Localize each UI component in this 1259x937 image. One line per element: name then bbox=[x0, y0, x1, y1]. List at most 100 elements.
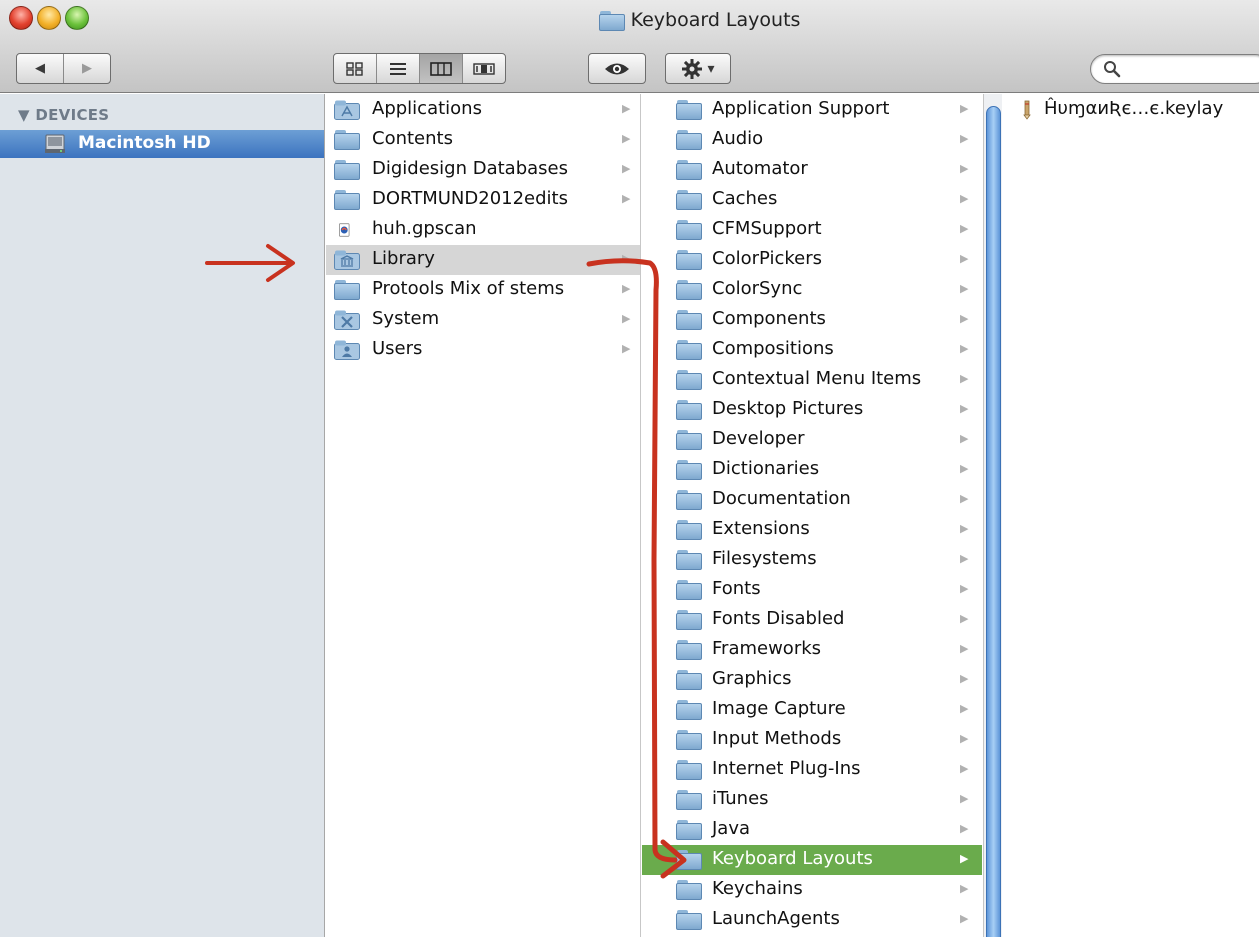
list-item-label: Developer bbox=[712, 428, 805, 449]
list-item-developer[interactable]: Developer ▶ bbox=[642, 425, 982, 455]
disclosure-arrow-icon: ▶ bbox=[960, 462, 969, 475]
disclosure-arrow-icon: ▶ bbox=[960, 882, 969, 895]
list-item-label: Input Methods bbox=[712, 728, 842, 749]
list-item-image-capture[interactable]: Image Capture ▶ bbox=[642, 695, 982, 725]
list-item-automator[interactable]: Automator ▶ bbox=[642, 155, 982, 185]
list-item-huh-gpscan[interactable]: huh.gpscan bbox=[326, 215, 640, 245]
list-item-cfmsupport[interactable]: CFMSupport ▶ bbox=[642, 215, 982, 245]
list-item-audio[interactable]: Audio ▶ bbox=[642, 125, 982, 155]
applications-folder-icon bbox=[334, 100, 360, 120]
list-item-label: Components bbox=[712, 308, 826, 329]
devices-section-header[interactable]: ▼ DEVICES bbox=[18, 106, 109, 124]
list-item-extensions[interactable]: Extensions ▶ bbox=[642, 515, 982, 545]
column-scrollbar[interactable] bbox=[983, 94, 1002, 937]
list-item-label: Dictionaries bbox=[712, 458, 820, 479]
folder-icon bbox=[676, 340, 702, 360]
list-view-button[interactable] bbox=[376, 54, 419, 83]
list-item-components[interactable]: Components ▶ bbox=[642, 305, 982, 335]
list-item-input-methods[interactable]: Input Methods ▶ bbox=[642, 725, 982, 755]
list-item-fonts[interactable]: Fonts ▶ bbox=[642, 575, 982, 605]
coverflow-view-button[interactable] bbox=[462, 54, 505, 83]
folder-icon bbox=[676, 520, 702, 540]
list-item-compositions[interactable]: Compositions ▶ bbox=[642, 335, 982, 365]
folder-icon bbox=[676, 220, 702, 240]
column-view-button[interactable] bbox=[419, 54, 462, 83]
folder-icon bbox=[676, 640, 702, 660]
list-item-system[interactable]: System ▶ bbox=[326, 305, 640, 335]
list-item-documentation[interactable]: Documentation ▶ bbox=[642, 485, 982, 515]
list-item-colorsync[interactable]: ColorSync ▶ bbox=[642, 275, 982, 305]
list-item-label: DORTMUND2012edits bbox=[372, 188, 568, 209]
list-item-colorpickers[interactable]: ColorPickers ▶ bbox=[642, 245, 982, 275]
search-icon bbox=[1104, 61, 1121, 78]
list-item-keychains[interactable]: Keychains ▶ bbox=[642, 875, 982, 905]
list-item-protools-mix-of-stems[interactable]: Protools Mix of stems ▶ bbox=[326, 275, 640, 305]
list-item-contextual-menu-items[interactable]: Contextual Menu Items ▶ bbox=[642, 365, 982, 395]
action-menu-button[interactable]: ▾ bbox=[665, 53, 731, 84]
disclosure-arrow-icon: ▶ bbox=[622, 282, 631, 295]
icon-view-icon bbox=[346, 61, 363, 76]
disclosure-arrow-icon: ▶ bbox=[960, 162, 969, 175]
list-item-application-support[interactable]: Application Support ▶ bbox=[642, 95, 982, 125]
disclosure-arrow-icon: ▶ bbox=[622, 252, 631, 265]
folder-icon bbox=[676, 130, 702, 150]
list-item-applications[interactable]: Applications ▶ bbox=[326, 95, 640, 125]
folder-icon bbox=[676, 910, 702, 930]
library-folder-icon bbox=[334, 250, 360, 270]
list-item-label: Applications bbox=[372, 98, 482, 119]
list-item-filesystems[interactable]: Filesystems ▶ bbox=[642, 545, 982, 575]
forward-button[interactable]: ▶ bbox=[63, 54, 110, 83]
disclosure-arrow-icon: ▶ bbox=[960, 792, 969, 805]
list-item-label: Digidesign Databases bbox=[372, 158, 568, 179]
list-item-launchagents[interactable]: LaunchAgents ▶ bbox=[642, 905, 982, 935]
disclosure-arrow-icon: ▶ bbox=[960, 252, 969, 265]
list-item-internet-plug-ins[interactable]: Internet Plug-Ins ▶ bbox=[642, 755, 982, 785]
folder-icon bbox=[676, 280, 702, 300]
scrollbar-thumb[interactable] bbox=[986, 106, 1001, 937]
disclosure-arrow-icon: ▶ bbox=[960, 822, 969, 835]
forward-arrow-icon: ▶ bbox=[82, 61, 92, 76]
list-item-label: Documentation bbox=[712, 488, 851, 509]
window-title: Keyboard Layouts bbox=[630, 9, 801, 31]
icon-view-button[interactable] bbox=[334, 54, 376, 83]
back-button[interactable]: ◀ bbox=[17, 54, 63, 83]
list-item-desktop-pictures[interactable]: Desktop Pictures ▶ bbox=[642, 395, 982, 425]
folder-icon bbox=[334, 130, 360, 150]
disclosure-arrow-icon: ▶ bbox=[960, 642, 969, 655]
list-item-dictionaries[interactable]: Dictionaries ▶ bbox=[642, 455, 982, 485]
folder-icon bbox=[676, 100, 702, 120]
list-item-label: Compositions bbox=[712, 338, 834, 359]
disclosure-arrow-icon: ▶ bbox=[622, 102, 631, 115]
folder-icon bbox=[676, 610, 702, 630]
list-item-label: Desktop Pictures bbox=[712, 398, 864, 419]
list-item-graphics[interactable]: Graphics ▶ bbox=[642, 665, 982, 695]
list-item-label: Internet Plug-Ins bbox=[712, 758, 861, 779]
list-item-keyboard-layouts[interactable]: Keyboard Layouts ▶ bbox=[642, 845, 982, 875]
list-item-library[interactable]: Library ▶ bbox=[326, 245, 640, 275]
list-item-contents[interactable]: Contents ▶ bbox=[326, 125, 640, 155]
list-item-label: Keyboard Layouts bbox=[712, 848, 873, 869]
list-item-dortmund2012edits[interactable]: DORTMUND2012edits ▶ bbox=[326, 185, 640, 215]
sidebar-item-macintosh-hd[interactable]: Macintosh HD bbox=[0, 130, 324, 158]
disclosure-arrow-icon: ▶ bbox=[960, 582, 969, 595]
quick-look-button[interactable] bbox=[588, 53, 646, 84]
folder-icon bbox=[676, 250, 702, 270]
search-field[interactable] bbox=[1090, 54, 1259, 84]
disclosure-arrow-icon: ▶ bbox=[622, 342, 631, 355]
back-forward-control: ◀ ▶ bbox=[16, 53, 111, 84]
list-item-label: Users bbox=[372, 338, 423, 359]
folder-icon bbox=[676, 310, 702, 330]
search-input[interactable] bbox=[1127, 59, 1257, 79]
list-item-label: Contents bbox=[372, 128, 453, 149]
list-item-itunes[interactable]: iTunes ▶ bbox=[642, 785, 982, 815]
list-item-caches[interactable]: Caches ▶ bbox=[642, 185, 982, 215]
folder-icon bbox=[676, 850, 702, 870]
list-item-fonts-disabled[interactable]: Fonts Disabled ▶ bbox=[642, 605, 982, 635]
list-item-frameworks[interactable]: Frameworks ▶ bbox=[642, 635, 982, 665]
list-item-java[interactable]: Java ▶ bbox=[642, 815, 982, 845]
folder-icon bbox=[334, 190, 360, 210]
list-item-users[interactable]: Users ▶ bbox=[326, 335, 640, 365]
list-item-digidesign-databases[interactable]: Digidesign Databases ▶ bbox=[326, 155, 640, 185]
list-item-keylayout-file[interactable]: ĤυɱαиƦє…є.keylay bbox=[1002, 95, 1259, 125]
gear-icon bbox=[682, 58, 703, 79]
